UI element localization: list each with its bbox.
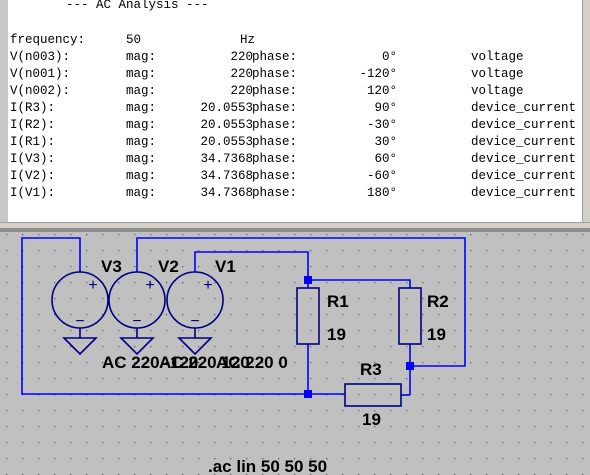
row-phase-value: 120° [366, 84, 397, 98]
row-phase-label: phase: [252, 135, 298, 149]
row-name: I(R2): [10, 118, 56, 132]
row-mag-label: mag: [126, 50, 157, 64]
row-mag-label: mag: [126, 169, 157, 183]
frequency-unit: Hz [240, 33, 256, 47]
v3-name-label[interactable]: V3 [101, 257, 122, 276]
row-mag-label: mag: [126, 135, 157, 149]
log-header: --- AC Analysis --- [66, 0, 209, 12]
row-phase-label: phase: [252, 101, 298, 115]
row-name: I(V2): [10, 169, 56, 183]
frequency-label: frequency: [10, 33, 86, 47]
row-phase-label: phase: [252, 152, 298, 166]
row-mag-value: 220 [230, 50, 253, 64]
row-type: device_current [471, 186, 577, 200]
junction-node-r1-top [304, 276, 312, 284]
row-name: I(R3): [10, 101, 56, 115]
v3-plus: + [88, 277, 97, 294]
row-phase-label: phase: [252, 50, 298, 64]
row-phase-label: phase: [252, 67, 298, 81]
row-phase-value: 180° [366, 186, 397, 200]
schematic-canvas[interactable]: + − + − + − V3 V2 V1 AC 220 -120 AC 220 … [0, 232, 590, 475]
row-type: voltage [471, 84, 524, 98]
r3-value-label[interactable]: 19 [362, 410, 381, 429]
row-type: voltage [471, 50, 524, 64]
row-type: device_current [471, 101, 577, 115]
vertical-scrollbar[interactable] [582, 0, 590, 228]
row-phase-value: 30° [374, 135, 397, 149]
row-phase-value: -120° [359, 67, 397, 81]
row-phase-label: phase: [252, 118, 298, 132]
row-phase-value: -30° [366, 118, 397, 132]
row-mag-label: mag: [126, 67, 157, 81]
grid-dots [0, 232, 590, 475]
row-name: I(R1): [10, 135, 56, 149]
row-phase-value: 90° [374, 101, 397, 115]
row-phase-value: -60° [366, 169, 397, 183]
row-name: I(V1): [10, 186, 56, 200]
row-mag-value: 220 [230, 67, 253, 81]
row-mag-label: mag: [126, 186, 157, 200]
row-mag-value: 20.0553 [200, 135, 253, 149]
v3-minus: − [75, 313, 84, 330]
r2-name-label[interactable]: R2 [427, 292, 449, 311]
row-mag-value: 220 [230, 84, 253, 98]
row-type: device_current [471, 135, 577, 149]
r1-value-label[interactable]: 19 [327, 325, 346, 344]
row-mag-label: mag: [126, 101, 157, 115]
row-phase-label: phase: [252, 84, 298, 98]
row-name: V(n001): [10, 67, 71, 81]
row-name: V(n002): [10, 84, 71, 98]
r1-name-label[interactable]: R1 [327, 292, 349, 311]
v2-name-label[interactable]: V2 [158, 257, 179, 276]
v2-plus: + [145, 277, 154, 294]
junction-node-r2-bottom [406, 362, 414, 370]
row-phase-value: 60° [374, 152, 397, 166]
row-mag-label: mag: [126, 118, 157, 132]
log-text-area: --- AC Analysis --- frequency: 50 Hz V(n… [8, 0, 583, 222]
row-type: device_current [471, 169, 577, 183]
v1-name-label[interactable]: V1 [215, 257, 236, 276]
v1-minus: − [190, 313, 199, 330]
row-phase-value: 0° [381, 50, 397, 64]
row-type: device_current [471, 118, 577, 132]
v1-plus: + [203, 277, 212, 294]
r2-value-label[interactable]: 19 [427, 325, 446, 344]
row-mag-label: mag: [126, 152, 157, 166]
row-name: V(n003): [10, 50, 71, 64]
v1-value-label[interactable]: AC 220 0 [216, 353, 288, 372]
row-phase-label: phase: [252, 186, 298, 200]
row-mag-value: 34.7368 [200, 169, 253, 183]
row-mag-value: 20.0553 [200, 118, 253, 132]
r3-name-label[interactable]: R3 [360, 360, 382, 379]
row-type: device_current [471, 152, 577, 166]
junction-node-r3-left [304, 390, 312, 398]
row-phase-label: phase: [252, 169, 298, 183]
row-mag-value: 34.7368 [200, 186, 253, 200]
frequency-value: 50 [126, 33, 142, 47]
spice-directive[interactable]: .ac lin 50 50 50 [208, 457, 327, 475]
row-mag-value: 34.7368 [200, 152, 253, 166]
v2-minus: − [132, 313, 141, 330]
row-mag-value: 20.0553 [200, 101, 253, 115]
row-mag-label: mag: [126, 84, 157, 98]
row-name: I(V3): [10, 152, 56, 166]
row-type: voltage [471, 67, 524, 81]
spice-error-log-panel: --- AC Analysis --- frequency: 50 Hz V(n… [0, 0, 590, 228]
